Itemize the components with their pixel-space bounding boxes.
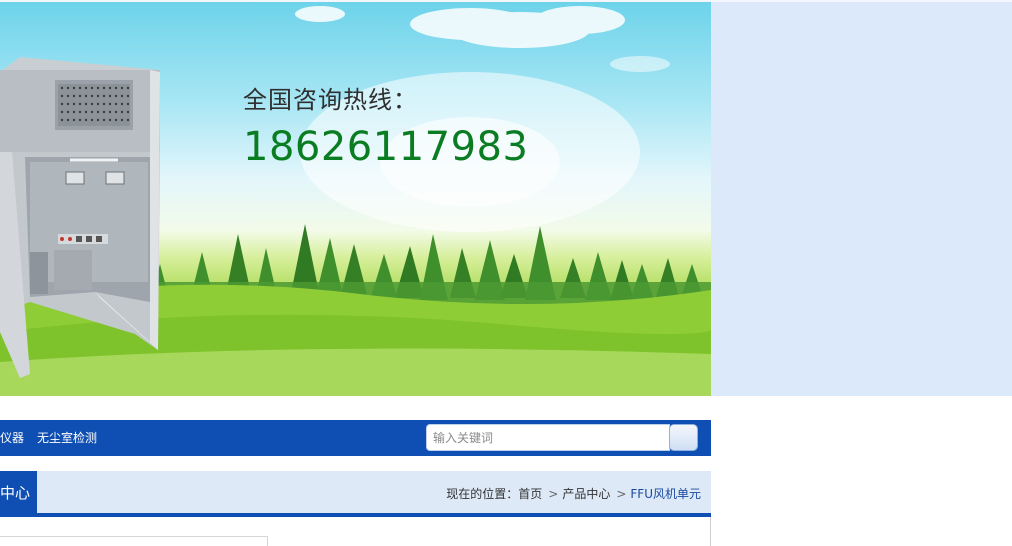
hotline-label: 全国咨询热线： (243, 86, 418, 114)
breadcrumb-current-link[interactable]: FFU风机单元 (630, 487, 701, 501)
search-input[interactable] (427, 425, 679, 450)
breadcrumb-prefix: 现在的位置： (446, 487, 519, 501)
search-box (426, 424, 679, 451)
section-title-tab: 中心 (0, 471, 37, 513)
main-nav-bar: 仪器 无尘室检测 (0, 420, 711, 456)
breadcrumb-home-link[interactable]: 首页 (518, 487, 542, 501)
content-box (0, 536, 268, 546)
right-side-panel (711, 2, 1012, 396)
nav-item-instruments[interactable]: 仪器 (0, 420, 24, 456)
breadcrumb-products-link[interactable]: 产品中心 (562, 487, 610, 501)
content-border (710, 517, 711, 546)
banner-illustration (0, 6, 711, 396)
banner: 全国咨询热线： 18626117983 (0, 2, 711, 396)
search-button[interactable] (669, 424, 698, 451)
breadcrumb-underline (0, 513, 711, 517)
hotline-number: 18626117983 (243, 124, 529, 170)
chevron-right-icon: > (548, 487, 559, 501)
breadcrumb: 现在的位置：首页 > 产品中心 > FFU风机单元 (446, 471, 701, 515)
breadcrumb-bar: 中心 现在的位置：首页 > 产品中心 > FFU风机单元 (0, 471, 711, 513)
cloud-icon (295, 6, 670, 72)
page: 全国咨询热线： 18626117983 仪器 无尘室检测 中心 现在的位置：首页… (0, 0, 1012, 546)
nav-item-cleanroom-testing[interactable]: 无尘室检测 (37, 420, 97, 456)
chevron-right-icon: > (616, 487, 627, 501)
